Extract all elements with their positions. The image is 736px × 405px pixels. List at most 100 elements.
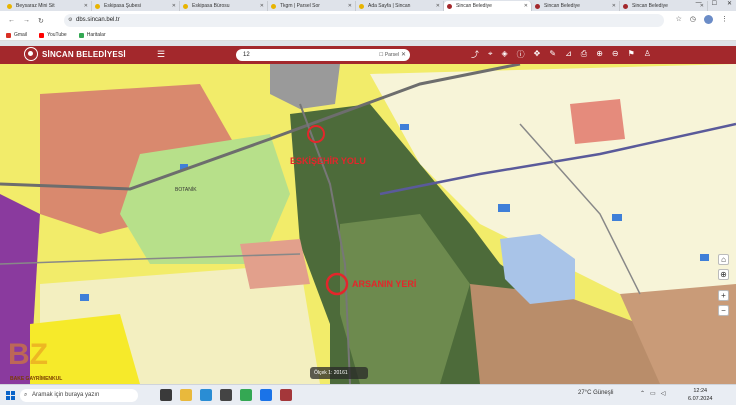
mail-icon[interactable] [260,389,272,401]
window-controls: — ☐ ✕ [696,0,732,7]
history-icon[interactable]: ◷ [690,15,696,24]
volume-icon[interactable]: ◁ [661,390,666,397]
tab-favicon-icon [359,3,364,9]
system-tray: ⌃ ▭ ◁ [640,390,665,397]
public-building [498,204,510,212]
browser-tab[interactable]: Tkgm | Parsel Sor ✕ [268,1,356,11]
tab-favicon-icon [95,3,100,9]
store-icon[interactable] [220,389,232,401]
close-tab-icon[interactable]: ✕ [524,1,528,11]
public-building [80,294,89,301]
public-building [700,254,709,261]
maximize-icon[interactable]: ☐ [712,0,717,7]
edge-icon[interactable] [200,389,212,401]
weather-widget[interactable]: 27°C Güneşli [578,390,613,396]
browser-tab-active[interactable]: Sincan Belediye ✕ [444,1,532,11]
tab-favicon-icon [623,3,628,9]
close-tab-icon[interactable]: ✕ [84,1,88,11]
browser-tab[interactable]: Beysaraz Mini Sit ✕ [4,1,92,11]
map-canvas[interactable]: ESKİŞEHİR YOLU ARSANIN YERİ BOTANİK [0,64,736,384]
pan-icon[interactable]: ✥ [534,49,541,60]
menu-dots-icon[interactable]: ⋮ [721,15,728,24]
taskbar-search-input[interactable]: ⌕ Aramak için buraya yazın [20,389,138,402]
browser-tab-strip: Beysaraz Mini Sit ✕ Eskipasa Şubesi ✕ Eski… [0,0,736,11]
info-icon[interactable]: ⓘ [517,49,525,60]
browser-tab[interactable]: Ada Sayfa | Sincan ✕ [356,1,444,11]
municipality-logo [24,47,38,61]
layers-icon[interactable]: ◈ [502,49,508,60]
close-tab-icon[interactable]: ✕ [348,1,352,11]
access-icon[interactable] [280,389,292,401]
road-label: ESKİŞEHİR YOLU [290,156,366,166]
zoom-out-button[interactable]: − [718,305,729,316]
draw-icon[interactable]: ✎ [549,49,556,60]
close-tab-icon[interactable]: ✕ [260,1,264,11]
tab-favicon-icon [271,3,276,9]
file-explorer-icon[interactable] [180,389,192,401]
taskbar-apps [160,389,292,401]
home-button[interactable]: ⌂ [718,254,729,265]
scale-indicator: Ölçek 1: 20161 [310,367,368,379]
gmail-icon [6,32,11,38]
public-building [400,124,409,130]
agency-watermark-logo: BZ BAKE GAYRİMENKUL [8,338,63,382]
task-view-icon[interactable] [160,389,172,401]
user-icon[interactable]: ♙ [644,49,651,60]
search-icon: ⌕ [24,392,28,398]
close-tab-icon[interactable]: ✕ [172,1,176,11]
browser-tab[interactable]: Eskipasa Bürosu ✕ [180,1,268,11]
url-input[interactable]: ⚙ dbs.sincan.bel.tr [64,14,664,27]
site-info-icon[interactable]: ⚙ [68,14,72,27]
commercial-zone [570,99,625,144]
tray-chevron-icon[interactable]: ⌃ [640,390,645,397]
bookmark-star-icon[interactable]: ☆ [676,15,682,24]
clear-search-icon[interactable]: ✕ [401,49,406,61]
chrome-icon[interactable] [240,389,252,401]
close-tab-icon[interactable]: ✕ [436,1,440,11]
browser-tab[interactable]: Sincan Belediye ✕ [532,1,620,11]
commercial-zone [240,239,310,289]
public-building [612,214,622,221]
tab-favicon-icon [535,3,540,9]
share-icon[interactable]: ⤴ [471,49,479,60]
forward-icon[interactable]: → [23,17,30,24]
address-bar: ← → ↻ ⚙ dbs.sincan.bel.tr ☆ ◷ ⋮ [0,11,736,30]
app-title: SİNCAN BELEDİYESİ [42,50,126,59]
bookmark-gmail[interactable]: Gmail [6,32,27,38]
tab-favicon-icon [7,3,12,9]
youtube-icon [39,32,45,38]
app-header: SİNCAN BELEDİYESİ ☰ 12 ☐ Parsel ✕ ⤴ ⌖ ◈ … [0,46,736,64]
zoom-in-button[interactable]: + [718,290,729,301]
bookmark-youtube[interactable]: YouTube [39,32,67,38]
reload-icon[interactable]: ↻ [38,17,44,25]
map-toolbar: ⤴ ⌖ ◈ ⓘ ✥ ✎ ⊿ ⎙ ⊕ ⊖ ⚑ ♙ [471,49,651,60]
tab-favicon-icon [183,3,188,9]
windows-taskbar: ⌕ Aramak için buraya yazın 27°C Güneşli … [0,384,736,405]
close-window-icon[interactable]: ✕ [727,0,732,7]
park-label: BOTANİK [175,186,197,193]
windows-start-icon[interactable] [6,391,15,400]
search-input[interactable]: 12 ☐ Parsel ✕ [236,49,410,61]
print-icon[interactable]: ⎙ [581,49,587,60]
back-icon[interactable]: ← [8,17,15,24]
hamburger-menu-icon[interactable]: ☰ [157,49,165,60]
language-flag-icon[interactable]: ⚑ [628,49,635,60]
location-icon[interactable]: ⌖ [488,49,493,60]
browser-toolbar-icons: ☆ ◷ ⋮ [676,15,728,24]
zoom-in-tool-icon[interactable]: ⊕ [596,49,603,60]
search-type-option[interactable]: ☐ Parsel [379,49,399,61]
parcel-label: ARSANIN YERİ [352,279,416,289]
minimize-icon[interactable]: — [696,0,702,7]
bookmark-maps[interactable]: Haritalar [78,32,106,38]
zoom-out-tool-icon[interactable]: ⊖ [612,49,619,60]
taskbar-clock[interactable]: 12:24 6.07.2024 [688,387,712,403]
network-icon[interactable]: ▭ [650,390,656,397]
bookmarks-bar: Gmail YouTube Haritalar [0,30,736,41]
tab-favicon-icon [447,3,452,9]
measure-icon[interactable]: ⊿ [565,49,572,60]
map-view[interactable]: ESKİŞEHİR YOLU ARSANIN YERİ BOTANİK BZ BA… [0,64,736,384]
profile-avatar[interactable] [704,15,713,24]
locate-button[interactable]: ⊕ [718,269,729,280]
close-tab-icon[interactable]: ✕ [612,1,616,11]
browser-tab[interactable]: Eskipasa Şubesi ✕ [92,1,180,11]
